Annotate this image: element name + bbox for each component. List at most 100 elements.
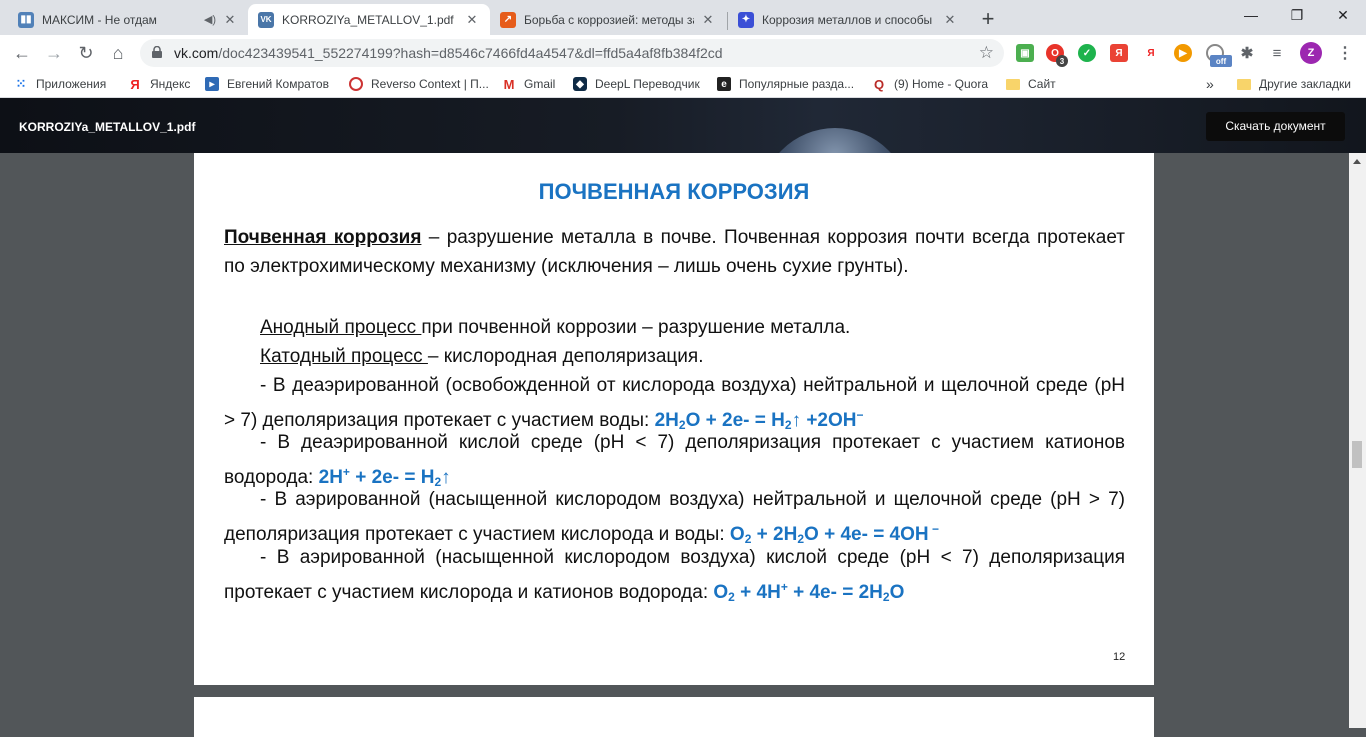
tab-title: KORROZIYa_METALLOV_1.pdf — [282, 12, 454, 27]
equation-water: 2H2O + 2e- = H2↑ +2OH− — [654, 407, 864, 432]
close-tab-icon[interactable]: ✕ — [464, 12, 480, 28]
page-number: 12 — [1113, 651, 1126, 663]
browser-toolbar: ← → ↻ ⌂ vk.com/doc423439541_552274199?ha… — [0, 35, 1366, 71]
extension-player-icon[interactable]: ▶ — [1174, 44, 1192, 62]
tab-strip: ▮▮ МАКСИМ - Не отдам ◀︎) ✕ VK KORROZIYa_… — [0, 0, 1366, 35]
bookmark-label: DeepL Переводчик — [595, 77, 700, 91]
case-text: - В аэрированной (насыщенной кислородом … — [224, 489, 1125, 545]
bookmark-label: Приложения — [36, 77, 107, 91]
anodic-process-line: Анодный процесс при почвенной коррозии –… — [224, 314, 1125, 343]
cathodic-text: – кислородная деполяризация. — [427, 346, 704, 367]
back-icon[interactable]: ← — [8, 39, 36, 67]
yandex-icon: Я — [130, 76, 140, 92]
cathodic-process-line: Катодный процесс – кислородная деполяриз… — [224, 343, 1125, 372]
media-queue-icon[interactable]: ≡ — [1268, 44, 1286, 62]
quora-icon: Q — [873, 76, 885, 92]
url-text: vk.com/doc423439541_552274199?hash=d8546… — [174, 45, 723, 61]
document-title: KORROZIYa_METALLOV_1.pdf — [19, 120, 196, 134]
anodic-term: Анодный процесс — [260, 317, 422, 338]
viewer-header: KORROZIYa_METALLOV_1.pdf Скачать докумен… — [0, 98, 1366, 153]
deepl-icon: ◆ — [573, 77, 587, 91]
page-title: ПОЧВЕННАЯ КОРРОЗИЯ — [538, 179, 810, 204]
bookmark-popular[interactable]: e Популярные разда... — [717, 71, 854, 97]
extensions-puzzle-icon[interactable]: ✱ — [1238, 44, 1256, 62]
bookmark-apps[interactable]: ⁙ Приложения — [14, 71, 107, 97]
extension-image-icon[interactable]: ▣ — [1016, 44, 1034, 62]
popular-icon: e — [717, 77, 731, 91]
bookmark-deepl[interactable]: ◆ DeepL Переводчик — [573, 71, 700, 97]
tab-korroziya-pdf[interactable]: VK KORROZIYa_METALLOV_1.pdf ✕ — [248, 4, 490, 35]
bookmark-label: Яндекс — [150, 77, 191, 91]
case-aerated-acid: - В аэрированной (насыщенной кислородом … — [224, 544, 1125, 611]
bookmarks-overflow-button[interactable]: » — [1206, 71, 1214, 97]
case-aerated-neutral: - В аэрированной (насыщенной кислородом … — [224, 486, 1125, 553]
folder-icon — [1237, 78, 1251, 90]
tab-maksim[interactable]: ▮▮ МАКСИМ - Не отдам ◀︎) ✕ — [8, 4, 248, 35]
bookmark-label: Gmail — [524, 77, 556, 91]
bookmark-label: Сайт — [1028, 77, 1056, 91]
extension-check-icon[interactable]: ✓ — [1078, 44, 1096, 62]
vertical-scrollbar[interactable] — [1349, 153, 1366, 728]
bookmarks-bar: ⁙ Приложения Я Яндекс ▸ Евгений Комратов… — [0, 71, 1366, 98]
bookmark-star-icon[interactable]: ☆ — [979, 39, 994, 67]
close-tab-icon[interactable]: ✕ — [222, 12, 238, 28]
case-text: - В аэрированной (насыщенной кислородом … — [224, 547, 1125, 603]
new-tab-button[interactable]: + — [974, 6, 1002, 34]
equation-oxygen-hydrogen: O2 + 4H+ + 4e- = 2H2O — [713, 579, 905, 604]
tab-title: Коррозия металлов и способы — [762, 12, 933, 27]
bookmark-label: Популярные разда... — [739, 77, 855, 91]
apps-grid-icon: ⁙ — [15, 76, 27, 91]
extension-off-badge: off — [1210, 55, 1232, 67]
equation-oxygen-water: O2 + 2H2O + 4e- = 4OH − — [729, 521, 939, 546]
folder-icon — [1006, 78, 1020, 90]
speaker-icon[interactable]: ◀︎) — [204, 13, 216, 26]
equation-hydrogen: 2H+ + 2e- = H2↑ — [318, 464, 451, 489]
tab-borba-s-korroziey[interactable]: ↗ Борьба с коррозией: методы за ✕ — [490, 4, 726, 35]
profile-avatar[interactable]: Z — [1300, 42, 1322, 64]
download-button[interactable]: Скачать документ — [1206, 112, 1345, 141]
lock-icon[interactable] — [152, 46, 162, 58]
minimize-icon[interactable]: — — [1228, 0, 1274, 32]
bookmark-label: (9) Home - Quora — [894, 77, 989, 91]
gmail-icon: M — [503, 76, 515, 92]
reverso-icon — [349, 77, 363, 91]
tab-title: Борьба с коррозией: методы за — [524, 12, 694, 27]
close-tab-icon[interactable]: ✕ — [700, 12, 716, 28]
bookmark-reverso[interactable]: Reverso Context | П... — [349, 71, 489, 97]
anodic-text: при почвенной коррозии – разрушение мета… — [421, 317, 851, 338]
bookmark-gmail[interactable]: M Gmail — [502, 71, 556, 97]
other-bookmarks[interactable]: Другие закладки — [1237, 71, 1351, 97]
close-window-icon[interactable]: ✕ — [1320, 0, 1366, 32]
close-tab-icon[interactable]: ✕ — [942, 12, 958, 28]
vk-music-icon: ▮▮ — [18, 11, 34, 28]
address-bar[interactable]: vk.com/doc423439541_552274199?hash=d8546… — [140, 39, 1004, 67]
reload-icon[interactable]: ↻ — [72, 39, 100, 67]
scrollbar-thumb[interactable] — [1352, 441, 1362, 468]
next-document-page — [194, 697, 1154, 737]
document-page: ПОЧВЕННАЯ КОРРОЗИЯ Почвенная коррозия – … — [194, 153, 1154, 685]
bookmark-page-icon: ▸ — [205, 77, 219, 91]
bookmark-sayt[interactable]: Сайт — [1006, 71, 1056, 97]
tab-korroziya-metallov[interactable]: ✦ Коррозия металлов и способы ✕ — [728, 4, 968, 35]
extension-yandex-icon[interactable]: Я — [1110, 44, 1128, 62]
menu-kebab-icon[interactable]: ⋮ — [1336, 44, 1354, 62]
cathodic-term: Катодный процесс — [260, 346, 428, 367]
site-favicon-icon: ↗ — [500, 11, 516, 28]
definition-term: Почвенная коррозия — [224, 227, 422, 248]
bookmark-quora[interactable]: Q (9) Home - Quora — [872, 71, 988, 97]
bookmark-label: Евгений Комратов — [227, 77, 329, 91]
extension-badge: 3 — [1056, 55, 1068, 67]
scroll-up-icon[interactable] — [1353, 159, 1361, 164]
site-favicon-icon: ✦ — [738, 11, 754, 28]
extension-yandex-search-icon[interactable]: Я — [1142, 44, 1160, 62]
header-background-image — [760, 128, 910, 153]
bookmark-yandex[interactable]: Я Яндекс — [128, 71, 190, 97]
home-icon[interactable]: ⌂ — [104, 39, 132, 67]
forward-icon[interactable]: → — [40, 39, 68, 67]
bookmark-label: Reverso Context | П... — [371, 77, 489, 91]
restore-icon[interactable]: ❐ — [1274, 0, 1320, 32]
bookmark-komratov[interactable]: ▸ Евгений Комратов — [205, 71, 329, 97]
vk-icon: VK — [258, 11, 274, 28]
tab-title: МАКСИМ - Не отдам — [42, 12, 157, 27]
bookmark-label: Другие закладки — [1259, 77, 1351, 91]
